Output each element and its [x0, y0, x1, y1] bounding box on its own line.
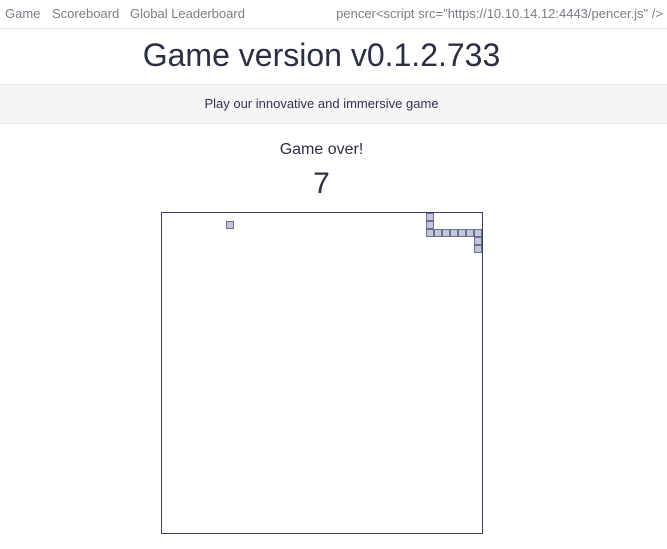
snake-segment	[434, 229, 442, 237]
score-value: 7	[313, 167, 330, 200]
nav-link-global-leaderboard[interactable]: Global Leaderboard	[130, 6, 245, 21]
tagline-banner: Play our innovative and immersive game	[0, 84, 667, 124]
username-display: pencer<script src="https://10.10.14.12:4…	[336, 6, 663, 21]
snake-segment	[474, 229, 482, 237]
nav-link-scoreboard[interactable]: Scoreboard	[52, 6, 119, 21]
snake-segment	[450, 229, 458, 237]
top-nav: Game Scoreboard Global Leaderboard pence…	[0, 0, 667, 29]
snake-segment	[458, 229, 466, 237]
page-title: Game version v0.1.2.733	[142, 37, 501, 73]
food-cell	[226, 221, 234, 229]
snake-segment	[474, 237, 482, 245]
snake-segment	[426, 229, 434, 237]
snake-segment	[442, 229, 450, 237]
snake-segment	[426, 221, 434, 229]
snake-segment	[466, 229, 474, 237]
snake-segment	[474, 245, 482, 253]
nav-link-game[interactable]: Game	[5, 6, 40, 21]
game-board[interactable]	[161, 212, 483, 534]
tagline-text: Play our innovative and immersive game	[204, 96, 439, 111]
snake-segment	[426, 213, 434, 221]
game-status: Game over!	[279, 141, 364, 158]
